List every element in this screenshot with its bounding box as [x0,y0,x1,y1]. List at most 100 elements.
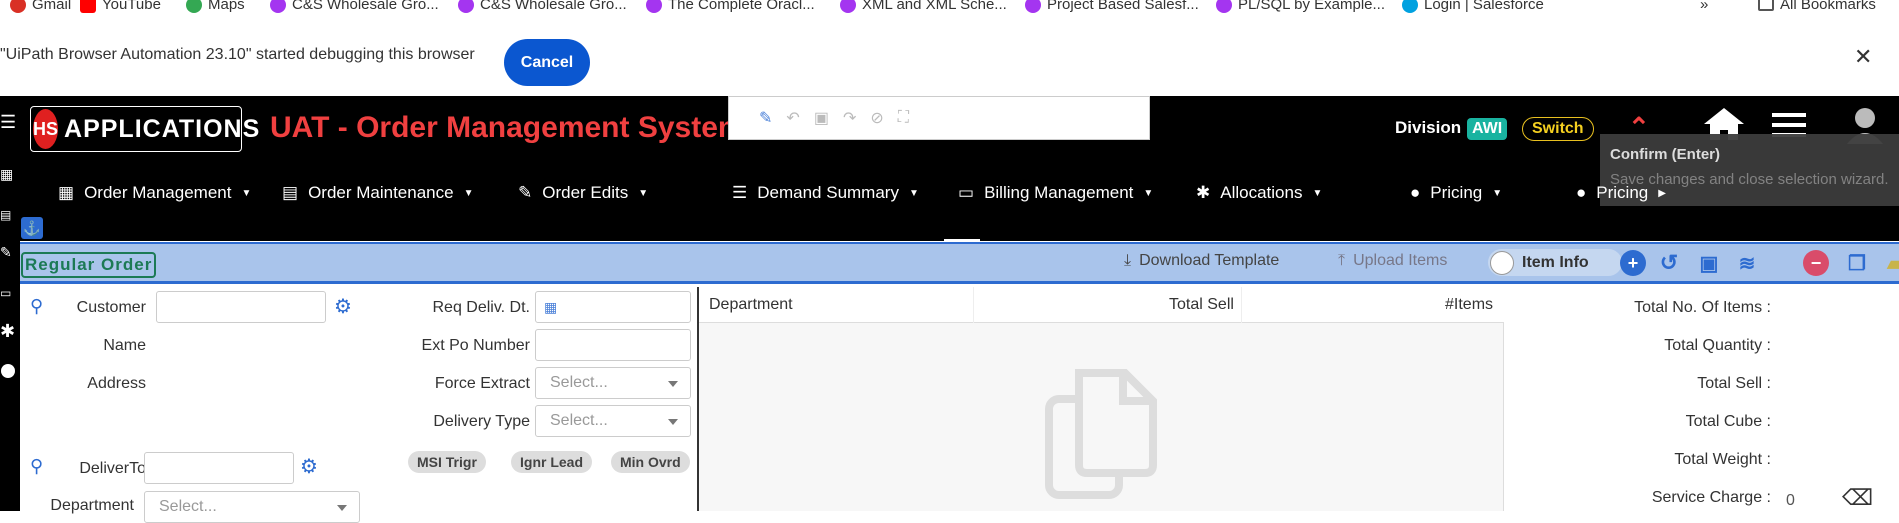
deliver-to-label: DeliverTo [79,460,146,477]
bookmark-plsql[interactable]: PL/SQL by Example... [1216,0,1385,13]
msi-trigger-chip[interactable]: MSI Trigr [408,451,486,473]
summary-total-items-label: Total No. Of Items : [1634,299,1771,316]
copy-icon[interactable]: ❐ [1844,250,1870,276]
debugging-message: "UiPath Browser Automation 23.10" starte… [0,46,475,63]
dollar-icon: ● [1410,183,1421,202]
bookmark-xml[interactable]: XML and XML Sche... [840,0,1007,13]
asterisk-icon: ✱ [1196,183,1211,202]
eraser-icon[interactable]: ⌫ [1842,485,1873,511]
ignore-lead-chip[interactable]: Ignr Lead [511,451,593,473]
delivery-type-label: Delivery Type [433,413,530,430]
nav-billing-management[interactable]: ▭ Billing Management ▼ [958,178,1153,208]
item-info-toggle[interactable]: Item Info [1488,249,1622,276]
page-title: UAT - Order Management System [270,111,745,144]
anchor-icon[interactable]: ⚓ [21,217,43,239]
remove-icon[interactable]: − [1803,250,1829,276]
deliver-to-settings-icon[interactable]: ⚙ [300,454,318,479]
bookmark-cs-wholesale-1[interactable]: C&S Wholesale Gro... [270,0,439,13]
edit-small-icon[interactable]: ✎ [0,244,12,261]
force-extract-select[interactable]: Select... [535,367,691,399]
chevron-down-icon: ▼ [638,187,649,199]
download-template-button[interactable]: ⤓ Download Template [1124,252,1279,270]
customer-settings-icon[interactable]: ⚙ [334,294,352,319]
department-grid: Department Total Sell #Items [699,287,1504,511]
column-total-sell[interactable]: Total Sell [1169,296,1234,314]
asterisk-icon[interactable]: ✱ [0,321,15,342]
nav-allocations[interactable]: ✱ Allocations ▼ [1196,178,1322,208]
layers-add-icon[interactable]: ≋ [1734,250,1760,276]
hamburger-icon[interactable]: ☰ [0,112,16,133]
column-department[interactable]: Department [709,296,793,314]
address-label: Address [87,375,146,392]
ext-po-number-input[interactable] [535,329,691,361]
debugging-banner: "UiPath Browser Automation 23.10" starte… [0,16,1899,96]
list-icon[interactable]: ▤ [0,208,11,222]
bookmark-complete-oracle[interactable]: The Complete Oracl... [646,0,815,13]
req-deliv-date-input[interactable]: ▦ [535,291,691,323]
order-type-label[interactable]: Regular Order [21,252,157,278]
nav-demand-summary[interactable]: ☰ Demand Summary ▼ [732,178,919,208]
grid-icon[interactable]: ▦ [0,166,13,183]
bookmark-salesforce-project[interactable]: Project Based Salesf... [1025,0,1199,13]
udemy-icon [840,0,856,13]
chevron-right-icon: ▶ [1658,187,1666,199]
bookmark-youtube[interactable]: YouTube [80,0,161,13]
switch-division-button[interactable]: Switch [1522,117,1594,141]
udemy-icon [1025,0,1041,13]
binoculars-icon[interactable]: ⚲ [30,296,43,317]
all-bookmarks-button[interactable]: All Bookmarks [1758,0,1876,13]
column-items[interactable]: #Items [1445,296,1493,314]
grid-header: Department Total Sell #Items [699,287,1504,323]
udemy-icon [1216,0,1232,13]
deliver-to-input[interactable] [144,452,294,484]
udemy-icon [458,0,474,13]
dollar-icon[interactable] [1,364,15,378]
doc-icon: ▤ [282,183,299,202]
cancel-debugging-button[interactable]: Cancel [504,39,590,86]
min-override-chip[interactable]: Min Ovrd [611,451,690,473]
customer-input[interactable] [156,291,326,323]
nav-order-edits[interactable]: ✎ Order Edits ▼ [518,178,648,208]
add-icon[interactable]: + [1620,250,1646,276]
column-divider [1241,287,1242,323]
save-icon[interactable]: ▣ [814,108,829,128]
bookmarks-more-button[interactable]: » [1700,0,1708,13]
hide-icon[interactable]: ⊘ [870,108,883,128]
summary-total-quantity-label: Total Quantity : [1664,337,1771,354]
service-charge-value: 0 [1786,492,1795,509]
summary-total-sell-label: Total Sell : [1697,375,1771,392]
redo-icon[interactable]: ↷ [843,108,856,128]
nav-order-maintenance[interactable]: ▤ Order Maintenance ▼ [282,178,474,208]
history-icon[interactable]: ↺ [1656,250,1682,276]
order-summary: Total No. Of Items : Total Quantity : To… [1504,287,1899,511]
close-banner-icon[interactable]: ✕ [1854,44,1872,70]
binoculars-icon[interactable]: ⚲ [30,456,43,477]
column-divider [973,287,974,323]
bookmark-cs-wholesale-2[interactable]: C&S Wholesale Gro... [458,0,627,13]
bookmark-maps[interactable]: Maps [186,0,245,13]
udemy-icon [270,0,286,13]
bookmark-gmail[interactable]: Gmail [10,0,71,13]
nav-pricing[interactable]: ● Pricing ▼ [1410,178,1502,208]
edit-icon[interactable]: ✎ [759,108,772,128]
card-icon[interactable]: ▭ [0,286,11,300]
app-logo[interactable]: HS APPLICATIONS [30,106,259,152]
department-label: Department [50,497,134,514]
undo-icon[interactable]: ↶ [786,108,799,128]
logo-text: APPLICATIONS [64,114,261,143]
order-ribbon: Regular Order ⤓ Download Template ⤒ Upload… [20,242,1899,284]
division-badge: AWI [1467,118,1508,140]
nav-pricing-2[interactable]: ● Pricing ▶ [1576,178,1666,208]
upload-items-button[interactable]: ⤒ Upload Items [1338,252,1447,270]
summary-service-charge-label: Service Charge : [1651,489,1771,506]
chevron-down-icon: ▼ [1492,187,1503,199]
nav-order-management[interactable]: ▦ Order Management ▼ [58,178,251,208]
note-icon[interactable]: ▰ [1882,250,1899,276]
department-select[interactable]: Select... [144,491,360,523]
expand-icon[interactable]: ⛶ [898,109,909,127]
delivery-type-select[interactable]: Select... [535,405,691,437]
chevron-down-icon: ▼ [463,187,474,199]
save-icon[interactable]: ▣ [1696,250,1722,276]
summary-total-cube-label: Total Cube : [1685,413,1771,430]
bookmark-salesforce-login[interactable]: Login | Salesforce [1402,0,1544,13]
